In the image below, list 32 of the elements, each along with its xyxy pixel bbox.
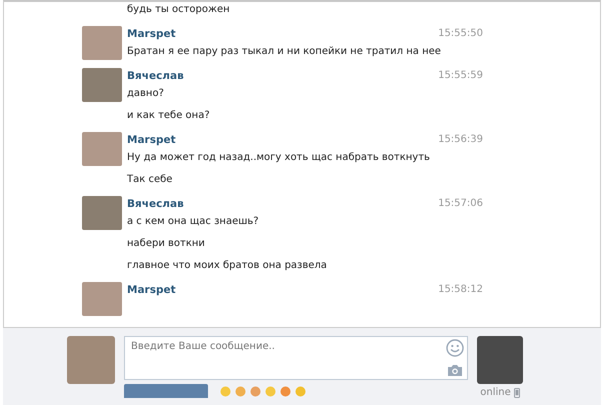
phone-icon [514, 388, 520, 398]
author-name[interactable]: Marspet [127, 26, 176, 42]
message-text: Ну да может год назад..могу хоть щас набрать воткнуть [127, 151, 431, 165]
author-name[interactable]: Вячеслав [127, 196, 184, 212]
avatar-photo-placeholder[interactable] [82, 132, 122, 166]
message-text: а с кем она щас знаешь? [127, 215, 260, 229]
author-name[interactable]: Marspet [127, 132, 176, 148]
message-text: и как тебе она? [127, 109, 211, 123]
send-button[interactable] [124, 384, 208, 398]
message-time: 15:57:06 [438, 197, 483, 211]
message-time: 15:55:59 [438, 69, 483, 83]
camera-icon[interactable] [447, 364, 463, 377]
message-text: будь ты осторожен [127, 3, 231, 17]
avatar-photo-placeholder[interactable] [82, 26, 122, 60]
message-time: 15:56:39 [438, 133, 483, 147]
message-time: 15:55:50 [438, 27, 483, 41]
avatar-photo-placeholder[interactable] [82, 196, 122, 230]
avatar-photo-placeholder[interactable] [477, 336, 523, 384]
message-text: главное что моих братов она развела [127, 259, 328, 273]
message-text: давно? [127, 87, 165, 101]
message-text: Братан я ее пару раз тыкал и ни копейки не тратил на нее [127, 45, 442, 59]
author-name[interactable]: Вячеслав [127, 68, 184, 84]
avatar-photo-placeholder[interactable] [82, 282, 122, 316]
message-input-field[interactable]: Введите Ваше сообщение.. [124, 336, 468, 380]
avatar-photo-placeholder [67, 336, 115, 384]
message-time: 15:58:12 [438, 283, 483, 297]
smiley-icon[interactable] [446, 339, 464, 357]
message-text: набери воткни [127, 237, 206, 251]
message-text: Так себе [127, 173, 174, 187]
avatar-photo-placeholder[interactable] [82, 68, 122, 102]
online-status: online [480, 387, 511, 398]
author-name[interactable]: Marspet [127, 282, 176, 298]
